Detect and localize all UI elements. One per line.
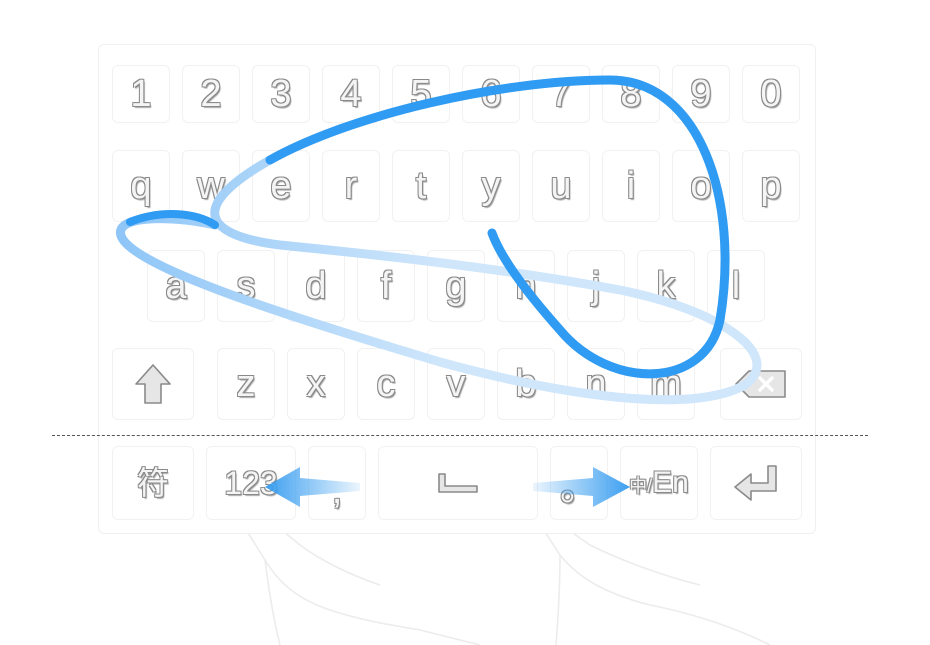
key-x[interactable]: x xyxy=(287,348,345,420)
key-label: p xyxy=(760,165,782,207)
key-i[interactable]: i xyxy=(602,150,660,222)
key-label: 。 xyxy=(559,467,598,509)
key-label: e xyxy=(270,165,292,207)
key-label: d xyxy=(305,265,327,307)
language-switch-key[interactable]: 中/En xyxy=(620,446,698,520)
comma-key[interactable]: , xyxy=(308,446,366,520)
key-m[interactable]: m xyxy=(637,348,695,420)
key-label: 4 xyxy=(340,73,362,115)
key-label: t xyxy=(415,165,427,207)
key-9[interactable]: 9 xyxy=(672,65,730,123)
key-label: m xyxy=(650,363,682,405)
key-y[interactable]: y xyxy=(462,150,520,222)
key-label: 2 xyxy=(200,73,222,115)
key-r[interactable]: r xyxy=(322,150,380,222)
key-label: 7 xyxy=(550,73,572,115)
key-0[interactable]: 0 xyxy=(742,65,800,123)
enter-key[interactable] xyxy=(710,446,802,520)
key-label: v xyxy=(446,363,466,405)
key-label: z xyxy=(236,363,256,405)
key-q[interactable]: q xyxy=(112,150,170,222)
key-label: 6 xyxy=(480,73,502,115)
key-u[interactable]: u xyxy=(532,150,590,222)
key-v[interactable]: v xyxy=(427,348,485,420)
key-label: b xyxy=(515,363,537,405)
key-label: 符 xyxy=(136,465,169,501)
key-z[interactable]: z xyxy=(217,348,275,420)
key-k[interactable]: k xyxy=(637,250,695,322)
key-label: 3 xyxy=(270,73,292,115)
space-icon xyxy=(438,473,478,493)
key-7[interactable]: 7 xyxy=(532,65,590,123)
key-e[interactable]: e xyxy=(252,150,310,222)
key-label: r xyxy=(344,165,358,207)
key-6[interactable]: 6 xyxy=(462,65,520,123)
symbols-key[interactable]: 符 xyxy=(112,446,194,520)
key-label: c xyxy=(376,363,396,405)
enter-icon xyxy=(734,465,777,501)
key-o[interactable]: o xyxy=(672,150,730,222)
key-label: 5 xyxy=(410,73,432,115)
key-label: x xyxy=(306,363,326,405)
key-b[interactable]: b xyxy=(497,348,555,420)
key-5[interactable]: 5 xyxy=(392,65,450,123)
key-j[interactable]: j xyxy=(567,250,625,322)
shift-key[interactable] xyxy=(112,348,194,420)
key-label: 1 xyxy=(130,73,152,115)
key-3[interactable]: 3 xyxy=(252,65,310,123)
key-f[interactable]: f xyxy=(357,250,415,322)
key-n[interactable]: n xyxy=(567,348,625,420)
key-label: s xyxy=(236,265,256,307)
key-p[interactable]: p xyxy=(742,150,800,222)
period-key[interactable]: 。 xyxy=(550,446,608,520)
key-label: 123 xyxy=(224,465,278,501)
key-8[interactable]: 8 xyxy=(602,65,660,123)
key-2[interactable]: 2 xyxy=(182,65,240,123)
key-label: q xyxy=(130,165,152,207)
key-label: y xyxy=(481,165,501,207)
backspace-key[interactable] xyxy=(720,348,802,420)
space-key[interactable] xyxy=(378,446,538,520)
key-c[interactable]: c xyxy=(357,348,415,420)
key-a[interactable]: a xyxy=(147,250,205,322)
key-label: g xyxy=(445,265,467,307)
key-label: j xyxy=(591,265,601,307)
numbers-key[interactable]: 123 xyxy=(206,446,296,520)
key-4[interactable]: 4 xyxy=(322,65,380,123)
key-label: k xyxy=(656,265,676,307)
key-h[interactable]: h xyxy=(497,250,555,322)
key-label: 9 xyxy=(690,73,712,115)
dashed-divider xyxy=(52,435,868,436)
key-1[interactable]: 1 xyxy=(112,65,170,123)
key-label: l xyxy=(731,265,741,307)
key-label: 8 xyxy=(620,73,642,115)
lang-en-label: En xyxy=(652,466,689,499)
key-label: a xyxy=(165,265,187,307)
key-label: i xyxy=(626,165,636,207)
key-t[interactable]: t xyxy=(392,150,450,222)
key-l[interactable]: l xyxy=(707,250,765,322)
swipe-keyboard-tutorial: 1 2 3 4 5 6 7 8 9 0 q w e r t y u i o p … xyxy=(0,0,930,645)
shift-icon xyxy=(135,364,171,404)
key-d[interactable]: d xyxy=(287,250,345,322)
key-label: o xyxy=(690,165,712,207)
backspace-icon xyxy=(735,370,786,398)
lang-zh-label: 中 xyxy=(629,476,648,496)
key-label: , xyxy=(331,470,343,512)
key-label: u xyxy=(550,165,572,207)
key-s[interactable]: s xyxy=(217,250,275,322)
key-label: w xyxy=(197,165,225,207)
key-label: f xyxy=(380,265,392,307)
key-g[interactable]: g xyxy=(427,250,485,322)
key-w[interactable]: w xyxy=(182,150,240,222)
key-label: h xyxy=(515,265,537,307)
key-label: n xyxy=(585,363,607,405)
language-label: 中/En xyxy=(629,468,689,498)
key-label: 0 xyxy=(760,73,782,115)
